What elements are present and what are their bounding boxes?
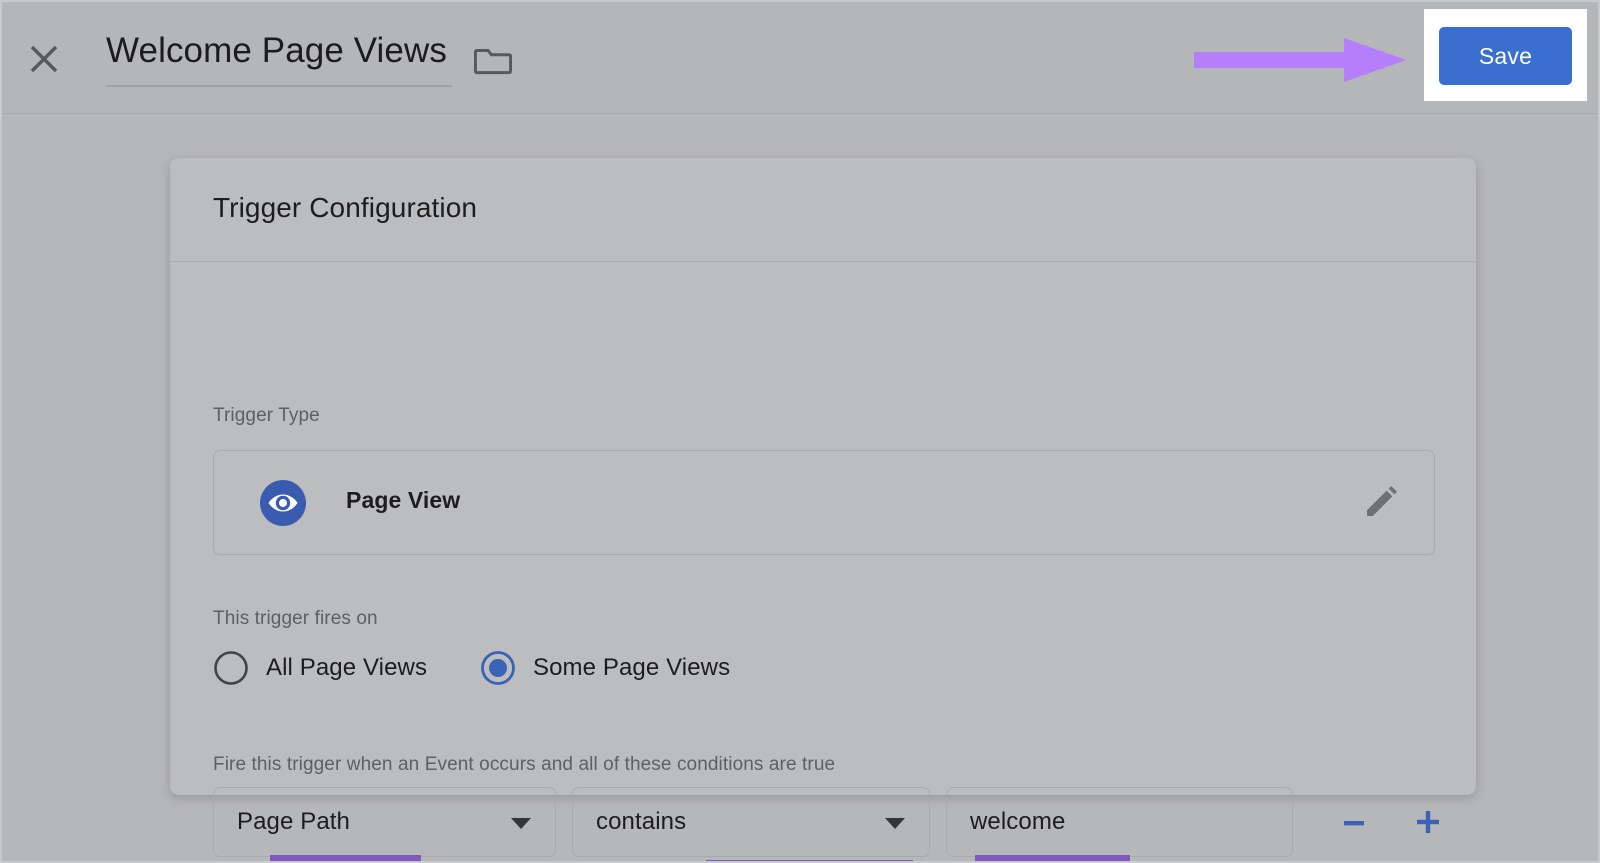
radio-checked-icon bbox=[480, 650, 516, 686]
app-window: Welcome Page Views Save Trigger Configur… bbox=[0, 0, 1600, 863]
condition-variable-value: Page Path bbox=[237, 808, 350, 836]
pencil-icon[interactable] bbox=[1363, 484, 1399, 520]
variable-highlight bbox=[270, 855, 421, 863]
header-bar: Welcome Page Views Save bbox=[2, 2, 1600, 114]
save-button[interactable]: Save bbox=[1439, 27, 1572, 85]
folder-icon[interactable] bbox=[474, 44, 512, 76]
conditions-label: Fire this trigger when an Event occurs a… bbox=[213, 754, 835, 776]
chevron-down-icon bbox=[511, 818, 531, 829]
condition-operator-value: contains bbox=[596, 808, 686, 836]
radio-all-page-views[interactable]: All Page Views bbox=[213, 650, 427, 686]
chevron-down-icon bbox=[885, 818, 905, 829]
radio-some-page-views[interactable]: Some Page Views bbox=[480, 650, 730, 686]
plus-icon[interactable] bbox=[1409, 803, 1447, 841]
trigger-configuration-card: Trigger Configuration Trigger Type Page … bbox=[170, 158, 1476, 795]
trigger-type-label: Trigger Type bbox=[213, 405, 320, 427]
page-title[interactable]: Welcome Page Views bbox=[106, 32, 452, 87]
card-title: Trigger Configuration bbox=[213, 192, 477, 224]
eye-icon bbox=[260, 480, 306, 526]
trigger-type-box[interactable]: Page View bbox=[213, 450, 1435, 555]
radio-unchecked-icon bbox=[213, 650, 249, 686]
radio-some-page-views-label: Some Page Views bbox=[533, 654, 730, 682]
arrow-right-icon bbox=[1194, 38, 1406, 82]
table-row: Page Path contains welcome bbox=[213, 787, 1435, 857]
close-icon[interactable] bbox=[27, 42, 61, 76]
condition-value-input[interactable]: welcome bbox=[946, 787, 1293, 857]
minus-icon[interactable] bbox=[1335, 807, 1373, 839]
radio-all-page-views-label: All Page Views bbox=[266, 654, 427, 682]
fires-on-label: This trigger fires on bbox=[213, 608, 378, 630]
value-highlight bbox=[975, 855, 1130, 863]
condition-value-text: welcome bbox=[970, 808, 1065, 836]
condition-operator-select[interactable]: contains bbox=[572, 787, 930, 857]
card-header: Trigger Configuration bbox=[170, 158, 1476, 262]
trigger-type-value: Page View bbox=[346, 487, 460, 514]
title-field-wrapper[interactable]: Welcome Page Views bbox=[106, 32, 452, 87]
condition-variable-select[interactable]: Page Path bbox=[213, 787, 556, 857]
